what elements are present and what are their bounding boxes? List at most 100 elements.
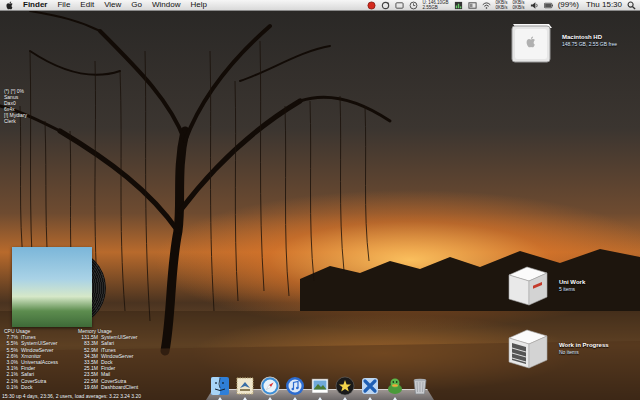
cpu-usage-row: 2.6%Xmonitor	[4, 353, 76, 359]
running-indicator	[418, 397, 422, 400]
network-rate: 0KB/s	[496, 5, 508, 10]
cpu-usage-row: 3.1%Finder	[4, 365, 76, 371]
process-name: WindowServer	[21, 347, 54, 353]
network-rate: 0KB/s	[513, 5, 525, 10]
disk-usage-line: U: 146.10GB	[423, 0, 449, 5]
process-name: iTunes	[21, 334, 36, 340]
menu-item[interactable]: View	[104, 0, 121, 10]
apple-icon[interactable]	[6, 1, 13, 10]
desktop-folder[interactable]: Uni Work5 items	[505, 261, 585, 309]
note-line: Sanus	[4, 94, 27, 100]
network-out-readout[interactable]: 0KB/s0KB/s	[513, 0, 525, 10]
album-art[interactable]	[12, 247, 92, 327]
cpu-usage-row: 3.0%UniversalAccess	[4, 359, 76, 365]
menu-item[interactable]: Help	[190, 0, 206, 10]
disk-usage-readout[interactable]: U: 146.10GB2.55GB	[423, 0, 449, 10]
record-icon[interactable]	[367, 1, 376, 10]
dock-item[interactable]	[285, 376, 305, 400]
dock-item[interactable]	[360, 376, 380, 400]
memory-amount: 33.5M	[78, 359, 98, 365]
cpu-percent: 2.1%	[4, 371, 18, 377]
note-line: [!] Mydiary	[4, 112, 27, 118]
drive-name: Macintosh HD	[562, 33, 617, 41]
adium-duck-icon	[385, 376, 405, 396]
box-folder-icon	[505, 261, 551, 309]
memory-amount: 23.5M	[78, 371, 98, 377]
cpu-usage-row: 2.1%Safari	[4, 371, 76, 377]
dock-item[interactable]	[385, 376, 405, 400]
cpu-percent: 5.5%	[4, 347, 18, 353]
folder-label: Uni Work5 items	[559, 278, 585, 293]
memory-amount: 19.6M	[78, 384, 98, 390]
drive-label: Macintosh HD148.75 GB, 2.55 GB free	[562, 33, 617, 48]
memory-usage-row: 131.5MSystemUIServer	[78, 334, 138, 340]
cpu-usage-list: CPU Usage7.7%iTunes5.5%SystemUIServer5.5…	[4, 328, 76, 390]
developer-tool-icon	[360, 376, 380, 396]
dock-item[interactable]	[335, 376, 355, 400]
photo-viewer-icon	[310, 376, 330, 396]
menu-left: Finder File Edit View Go Window Help	[6, 0, 207, 10]
dock-item[interactable]	[235, 376, 255, 400]
network-in-readout[interactable]: 0KB/s0KB/s	[496, 0, 508, 10]
folder-item-count: No items	[559, 349, 609, 356]
folder-label: Work in ProgressNo items	[559, 341, 609, 356]
process-name: Safari	[21, 371, 34, 377]
memory-amount: 25.1M	[78, 365, 98, 371]
cpu-meter-icon[interactable]	[454, 1, 463, 10]
battery-percentage[interactable]: (99%)	[558, 0, 579, 10]
memory-usage-row: 33.5MDock	[78, 359, 138, 365]
process-name: Finder	[21, 365, 35, 371]
cpu-usage-row: 0.1%Dock	[4, 384, 76, 390]
display-icon[interactable]	[395, 1, 404, 10]
cpu-usage-row: 5.5%WindowServer	[4, 347, 76, 353]
memory-amount: 34.3M	[78, 353, 98, 359]
cpu-usage-row: 5.5%SystemUIServer	[4, 340, 76, 346]
battery-icon[interactable]	[544, 1, 553, 10]
process-name: DashboardClient	[101, 384, 138, 390]
memory-icon[interactable]	[468, 1, 477, 10]
note-line: (*) [*] 0%	[4, 88, 27, 94]
process-name: CoverSutra	[21, 378, 46, 384]
wifi-icon[interactable]	[482, 1, 491, 10]
time-icon[interactable]	[409, 1, 418, 10]
note-line: Clerk	[4, 118, 27, 124]
system-stats-widget: CPU Usage7.7%iTunes5.5%SystemUIServer5.5…	[4, 328, 138, 390]
menu-clock[interactable]: Thu 15:30	[586, 0, 622, 10]
dock-item[interactable]	[260, 376, 280, 400]
spotlight-icon[interactable]	[627, 1, 636, 10]
menu-item[interactable]: File	[57, 0, 70, 10]
process-name: CoverSutra	[101, 378, 126, 384]
running-indicator	[243, 397, 247, 400]
menu-item[interactable]: Window	[152, 0, 180, 10]
running-indicator	[343, 397, 347, 400]
running-indicator	[318, 397, 322, 400]
cpu-percent: 7.7%	[4, 334, 18, 340]
mail-stamp-icon	[235, 376, 255, 396]
desktop-folder[interactable]: Work in ProgressNo items	[505, 324, 609, 372]
safari-compass-icon	[260, 376, 280, 396]
process-name: Dock	[21, 384, 32, 390]
process-name: Xmonitor	[21, 353, 41, 359]
process-name: Safari	[101, 340, 114, 346]
cpu-percent: 5.5%	[4, 340, 18, 346]
trash-icon	[410, 376, 430, 396]
cpu-usage-title: CPU Usage	[4, 328, 76, 334]
process-name: SystemUIServer	[101, 334, 137, 340]
menu-item[interactable]: Go	[131, 0, 142, 10]
volume-icon[interactable]	[530, 1, 539, 10]
macintosh-hd[interactable]: Macintosh HD148.75 GB, 2.55 GB free	[508, 16, 617, 64]
dock	[206, 370, 434, 400]
dock-item[interactable]	[210, 376, 230, 400]
app-menu[interactable]: Finder	[23, 0, 47, 10]
menu-item[interactable]: Edit	[80, 0, 94, 10]
memory-usage-title: Memory Usage	[78, 328, 138, 334]
status-area: U: 146.10GB2.55GB0KB/s0KB/s0KB/s0KB/s(99…	[367, 0, 636, 10]
memory-usage-row: 83.3MSafari	[78, 340, 138, 346]
finder-icon	[210, 376, 230, 396]
sync-icon[interactable]	[381, 1, 390, 10]
dock-item[interactable]	[410, 376, 430, 400]
folder-name: Work in Progress	[559, 341, 609, 349]
box-folder-icon	[505, 324, 551, 372]
disk-usage-line: 2.55GB	[423, 5, 449, 10]
dock-item[interactable]	[310, 376, 330, 400]
